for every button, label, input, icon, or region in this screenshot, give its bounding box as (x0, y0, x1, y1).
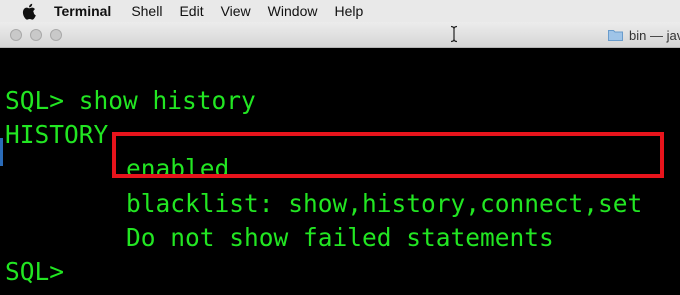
window-title: bin — jav (608, 22, 680, 48)
window-title-bar[interactable]: bin — jav (0, 22, 680, 48)
menu-shell[interactable]: Shell (131, 0, 162, 22)
zoom-window-button[interactable] (50, 29, 62, 41)
menu-bar: Terminal Shell Edit View Window Help (0, 0, 680, 22)
highlight-annotation-box (112, 132, 664, 178)
text-cursor-icon (448, 25, 460, 43)
minimize-window-button[interactable] (30, 29, 42, 41)
menu-edit[interactable]: Edit (179, 0, 203, 22)
folder-icon (608, 29, 623, 41)
menu-app-terminal[interactable]: Terminal (54, 0, 111, 22)
window-title-text: bin — jav (629, 27, 680, 43)
close-window-button[interactable] (10, 29, 22, 41)
terminal-line-failed-statements: Do not show failed statements (126, 223, 554, 252)
terminal-line-blacklist: blacklist: show,history,connect,set (126, 189, 643, 218)
terminal-line-command: SQL> show history (5, 86, 256, 115)
apple-icon[interactable] (20, 3, 36, 20)
selection-edge-marker (0, 138, 3, 166)
menu-view[interactable]: View (221, 0, 251, 22)
terminal-prompt: SQL> (5, 257, 65, 286)
menu-help[interactable]: Help (334, 0, 363, 22)
terminal-line-history-header: HISTORY (5, 120, 109, 149)
menu-window[interactable]: Window (268, 0, 318, 22)
